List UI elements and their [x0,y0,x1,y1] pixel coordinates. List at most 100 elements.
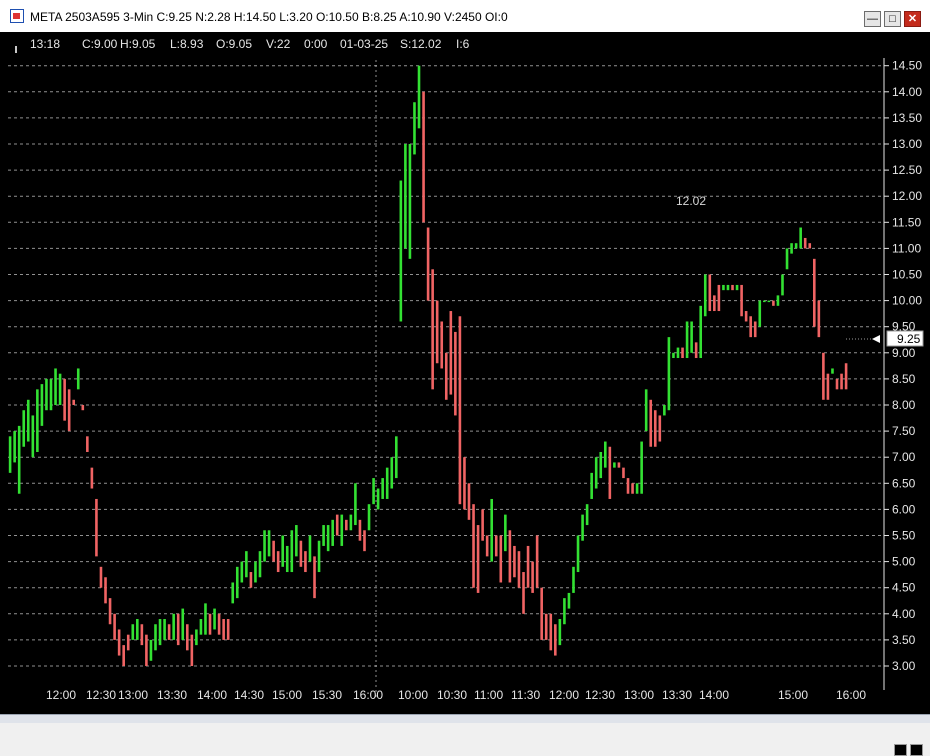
info-time: 13:18 [30,37,61,51]
price-bar [86,436,89,452]
price-bar [381,478,384,499]
price-bar [267,530,271,557]
price-bar [658,415,662,442]
price-bar [394,436,398,479]
price-bar [304,551,307,573]
price-bar [295,525,298,557]
price-bar [613,462,616,468]
price-bar [694,342,698,359]
price-bar [799,227,802,249]
price-bar [463,457,466,510]
info-interval: I:6 [456,37,470,51]
price-bar [158,619,162,646]
price-bar [63,378,66,421]
close-button[interactable]: ✕ [904,11,921,27]
price-bar [417,65,421,129]
price-bar [831,368,834,374]
app-icon[interactable] [10,9,24,23]
price-bar [335,514,339,536]
price-bar [317,540,321,573]
price-bar [213,608,216,630]
price-bar [176,613,180,646]
price-bar [513,545,516,578]
price-bar [363,530,366,552]
price-bar [426,227,430,301]
price-bar [40,384,44,426]
settle-annotation: 12.02 [676,194,706,208]
x-tick-label: 14:00 [699,688,729,702]
price-bar [326,525,330,552]
y-tick-label: 7.50 [892,424,916,438]
price-bar [435,300,439,364]
price-bar [554,624,557,656]
price-bar [199,619,203,635]
price-chart-svg[interactable]: 3.00 3.50 4.00 4.50 5.00 5.50 6.00 6.50 7.00 7.50… [0,58,930,714]
price-bar [72,399,76,405]
price-bar [408,144,412,259]
price-bar [308,535,312,562]
x-tick-label: 13:30 [157,688,187,702]
price-bar [108,598,112,625]
price-bar [126,634,130,651]
price-bar [163,619,166,640]
price-bar [835,378,839,390]
price-bar [544,613,548,640]
price-bar [290,530,294,573]
price-bar [776,295,780,306]
price-bar [258,551,262,578]
price-bar [622,467,625,479]
price-bar [631,483,634,494]
y-tick-label: 10.00 [892,294,922,308]
price-bar [599,451,603,479]
price-bar [281,535,285,567]
price-bar [263,530,266,562]
scroll-left-button[interactable] [894,744,907,756]
price-bar [558,619,562,646]
price-bar [663,405,666,416]
price-bar [404,144,407,249]
price-bar [444,352,448,400]
price-bar [331,519,334,546]
y-tick-label: 13.50 [892,111,922,125]
price-bar [508,530,512,583]
info-change: 0:00 [304,37,328,51]
price-bar [608,446,612,499]
y-tick-label: 12.50 [892,163,922,177]
x-tick-label: 12:30 [585,688,615,702]
price-bar [735,284,739,291]
x-tick-label: 10:30 [437,688,467,702]
price-bar [122,645,125,666]
price-bar [340,514,344,546]
x-tick-label: 16:00 [353,688,383,702]
y-tick-label: 4.50 [892,581,916,595]
price-bar [653,410,657,447]
y-tick-label: 3.00 [892,659,916,673]
price-bar [413,102,416,155]
price-bar [531,561,534,593]
minimize-button[interactable]: — [864,11,881,27]
price-bar [467,483,471,520]
price-bar [840,373,843,390]
price-bar [617,462,621,468]
price-bar [217,613,221,635]
y-tick-label: 12.00 [892,189,922,203]
price-bar [713,295,716,312]
price-bar [485,535,489,557]
y-tick-label: 11.00 [892,241,921,255]
price-bar [481,509,484,541]
maximize-button[interactable]: □ [884,11,901,27]
title-bar[interactable]: META 2503A595 3-Min C:9.25 N:2.28 H:14.5… [0,0,930,32]
price-bar [585,504,589,526]
price-chart[interactable]: 3.00 3.50 4.00 4.50 5.00 5.50 6.00 6.50 7.00 7.50… [0,58,930,756]
scroll-right-button[interactable] [910,744,923,756]
price-bar [195,629,198,646]
chart-window: META 2503A595 3-Min C:9.25 N:2.28 H:14.5… [0,0,930,756]
price-bar [749,316,752,338]
price-bar [644,389,648,432]
price-bar [603,441,607,468]
price-bar [358,519,362,541]
x-tick-label: 16:00 [836,688,866,702]
price-bar [785,248,789,270]
price-bar [31,415,35,458]
y-tick-label: 8.00 [892,398,916,412]
